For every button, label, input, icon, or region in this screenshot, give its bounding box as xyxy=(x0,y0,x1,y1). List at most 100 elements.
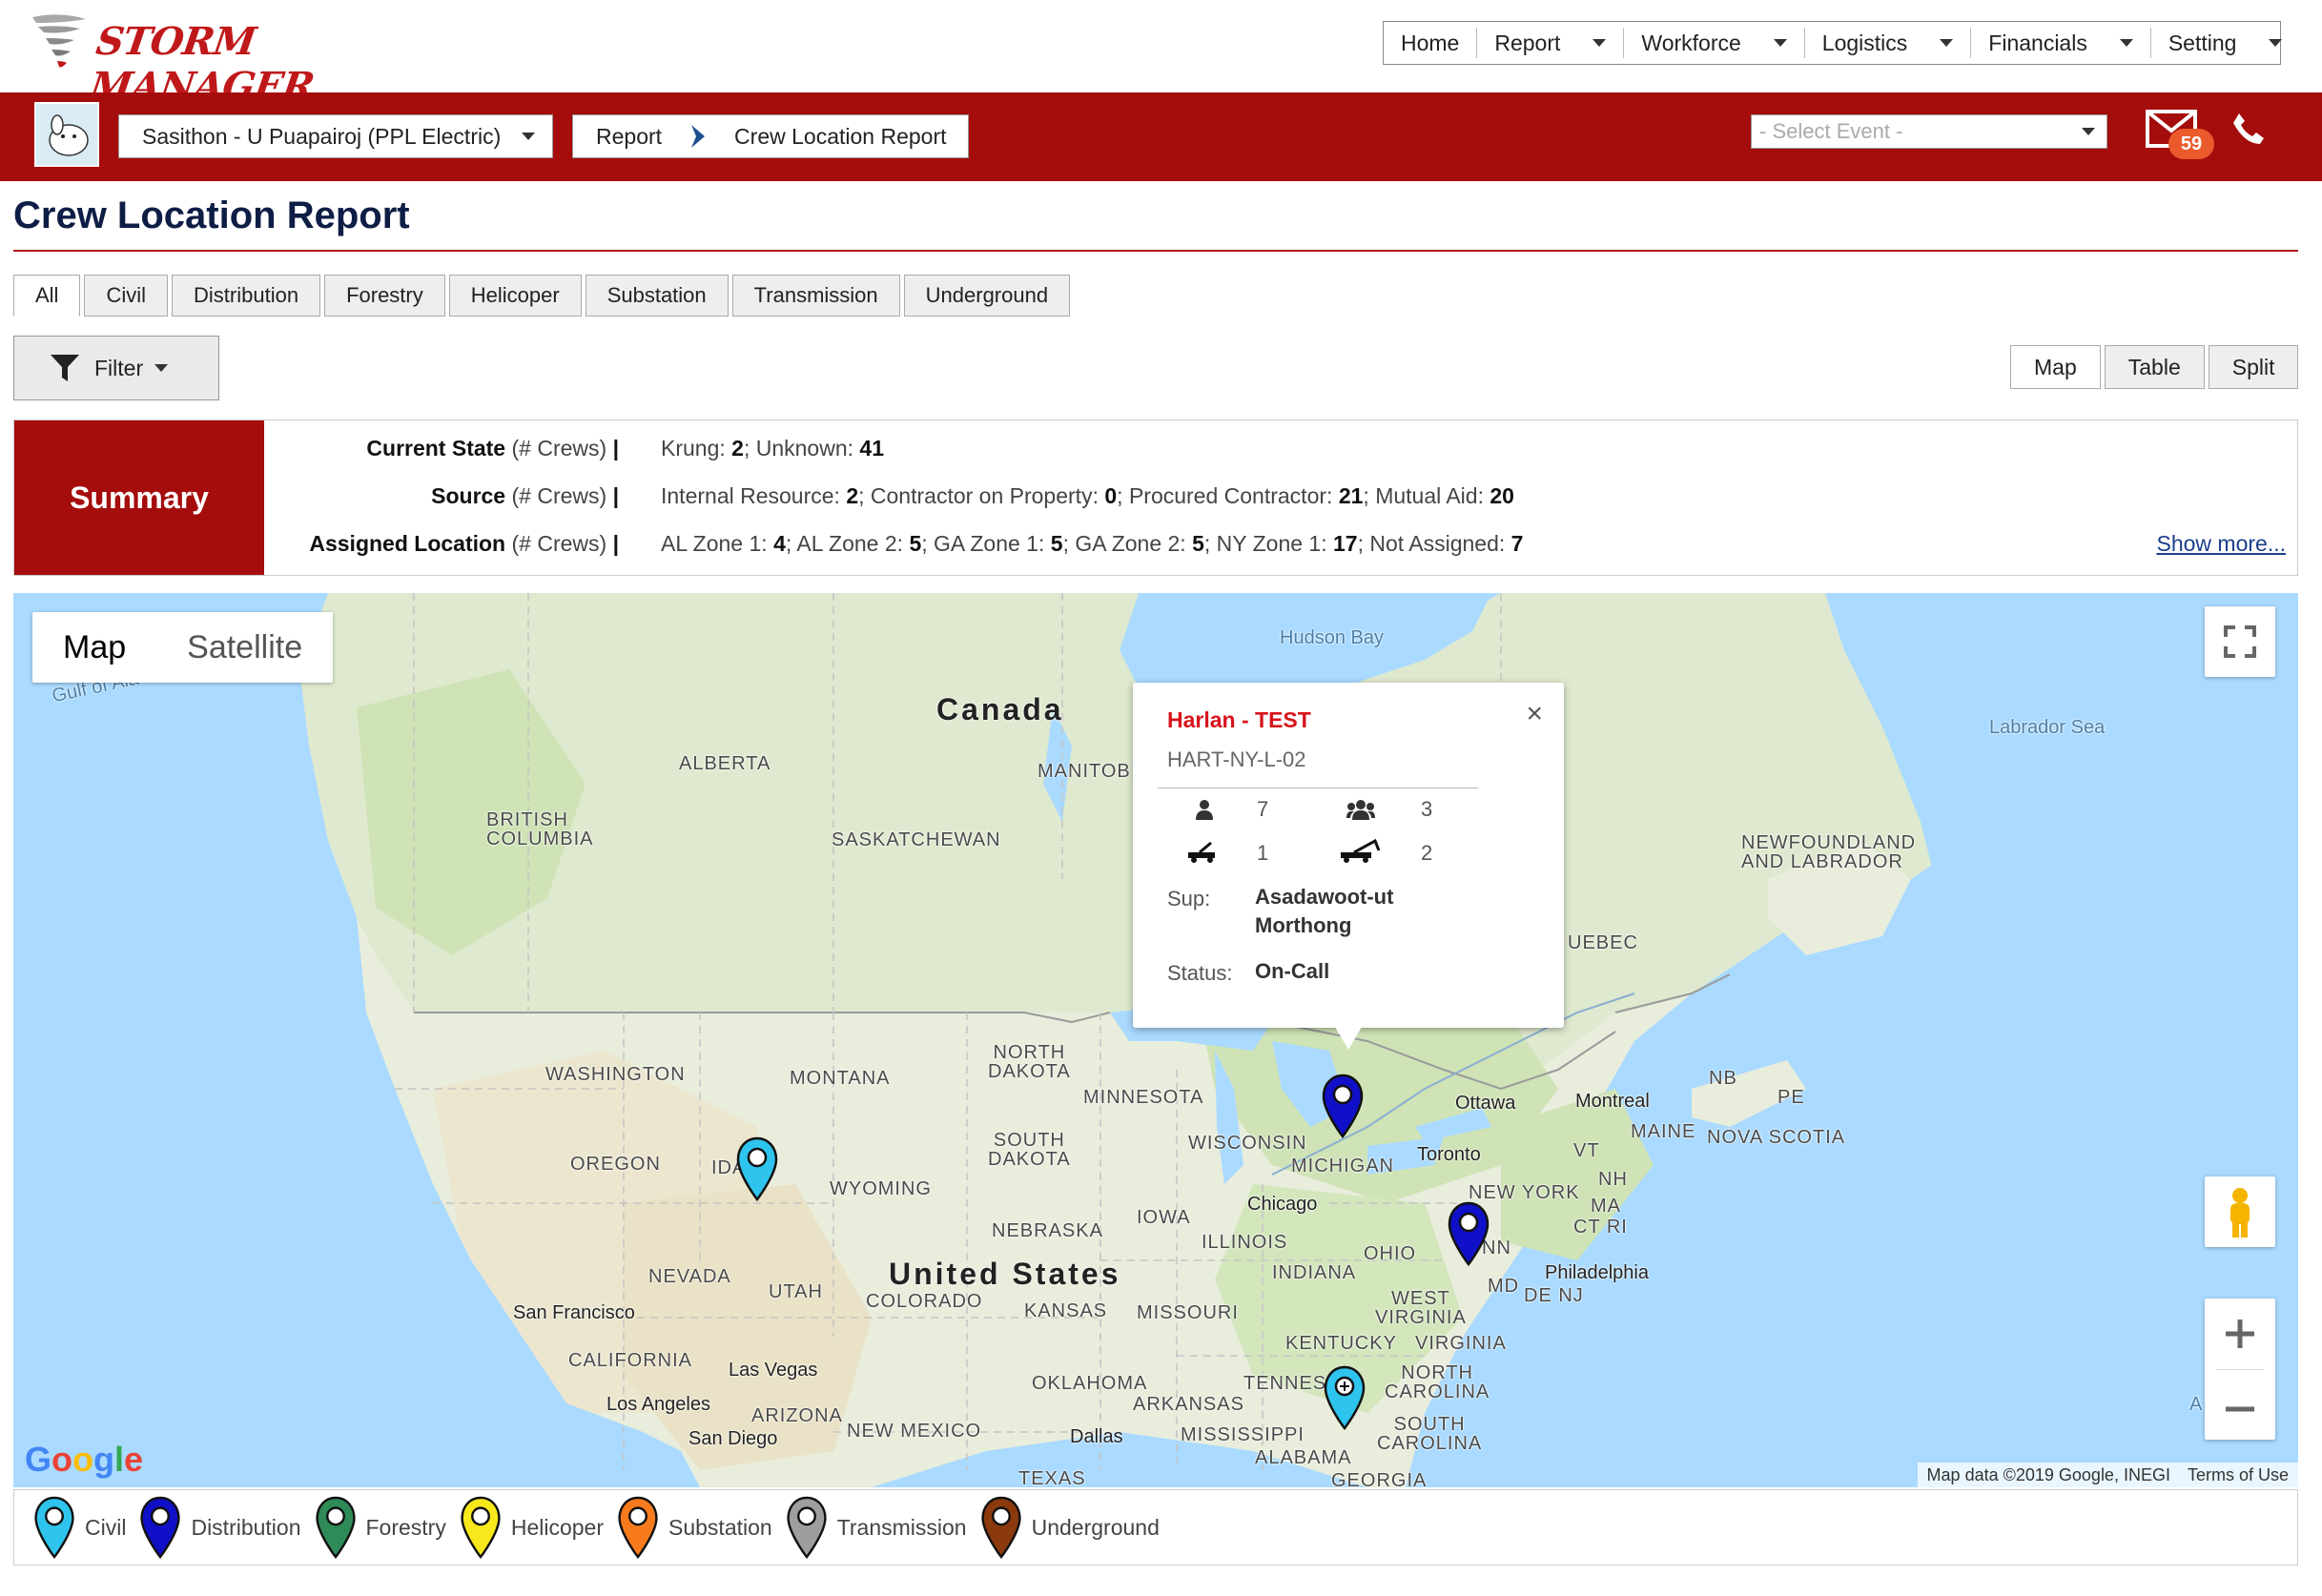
view-map-button[interactable]: Map xyxy=(2010,345,2101,389)
users-icon xyxy=(1346,800,1375,820)
map-label-nh: NH xyxy=(1598,1169,1628,1190)
map-pin-icon xyxy=(140,1496,181,1559)
main-nav: Home Report Workforce Logistics Financia… xyxy=(1383,21,2283,65)
close-icon[interactable]: × xyxy=(1526,698,1543,730)
pegman-icon xyxy=(2230,1188,2250,1238)
map-label-vt: VT xyxy=(1573,1140,1600,1161)
info-title: Harlan - TEST xyxy=(1167,707,1311,732)
map-label-arizona: ARIZONA xyxy=(751,1405,843,1426)
summary-values: AL Zone 1: 4; AL Zone 2: 5; GA Zone 1: 5… xyxy=(661,531,1524,556)
nav-financials[interactable]: Financials xyxy=(1971,28,2151,58)
summary-unit: (# Crews) xyxy=(511,436,607,460)
map-pin-icon xyxy=(34,1496,74,1559)
summary-item-value: 5 xyxy=(1192,531,1204,556)
zoom-in-icon[interactable] xyxy=(2205,1299,2275,1369)
storm-manager-logo[interactable]: STORM MANAGER xyxy=(27,11,317,109)
tab-transmission[interactable]: Transmission xyxy=(731,275,900,317)
crew-map[interactable]: Hudson Bay Labrador Sea Gulf of Ala Cana… xyxy=(13,593,2298,1487)
nav-setting-label: Setting xyxy=(2168,31,2237,55)
legend-item-distribution: Distribution xyxy=(139,1496,301,1559)
nav-workforce[interactable]: Workforce xyxy=(1624,28,1805,58)
terms-of-use-link[interactable]: Terms of Use xyxy=(2188,1463,2289,1487)
map-pin-icon xyxy=(787,1496,827,1559)
map-city-chicago: Chicago xyxy=(1247,1194,1318,1215)
map-label-west-virginia: WEST VIRGINIA xyxy=(1375,1288,1467,1328)
bucket-truck-icon xyxy=(1188,841,1215,863)
breadcrumb-report[interactable]: Report xyxy=(596,115,662,157)
map-label-british-columbia: BRITISH COLUMBIA xyxy=(486,809,594,849)
map-label-ma: MA xyxy=(1591,1196,1621,1217)
map-type-map-button[interactable]: Map xyxy=(32,612,156,683)
chevron-down-icon xyxy=(2119,39,2133,47)
nav-logistics-label: Logistics xyxy=(1821,31,1908,55)
map-pin-icon xyxy=(618,1496,658,1559)
map-pin-distribution[interactable] xyxy=(1448,1201,1490,1266)
view-split-button[interactable]: Split xyxy=(2208,345,2299,389)
summary-item-value: 17 xyxy=(1332,531,1358,556)
tab-underground[interactable]: Underground xyxy=(903,275,1071,317)
user-select[interactable]: Sasithon - U Puapairoj (PPL Electric) xyxy=(118,114,553,158)
map-pin-icon xyxy=(980,1496,1021,1559)
fullscreen-icon xyxy=(2224,625,2256,658)
tab-substation[interactable]: Substation xyxy=(585,275,729,317)
map-label-md: MD xyxy=(1488,1276,1520,1297)
map-label-georgia: GEORGIA xyxy=(1331,1470,1428,1487)
map-label-nevada: NEVADA xyxy=(648,1266,731,1287)
summary-item-name: GA Zone 2: xyxy=(1075,531,1193,556)
legend-item-civil: Civil xyxy=(33,1496,126,1559)
view-table-button[interactable]: Table xyxy=(2104,345,2205,389)
show-more-link[interactable]: Show more... xyxy=(2157,531,2287,557)
chevron-down-icon xyxy=(522,133,535,140)
crew-type-legend: Civil Distribution Forestry Helicoper Substa… xyxy=(13,1489,2298,1565)
map-label-south-dakota: SOUTH DAKOTA xyxy=(988,1130,1071,1170)
map-pin-civil[interactable] xyxy=(736,1136,778,1201)
page-title: Crew Location Report xyxy=(13,194,410,236)
map-city-ottawa: Ottawa xyxy=(1455,1093,1516,1114)
fullscreen-button[interactable] xyxy=(2205,606,2275,677)
map-pin-distribution[interactable] xyxy=(1322,1074,1364,1138)
zoom-out-icon[interactable] xyxy=(2205,1374,2275,1444)
avatar[interactable] xyxy=(34,102,99,167)
nav-setting[interactable]: Setting xyxy=(2151,28,2300,58)
summary-item-value: 21 xyxy=(1338,483,1364,508)
top-bar: STORM MANAGER Home Report Workforce Logi… xyxy=(0,0,2322,109)
tab-civil[interactable]: Civil xyxy=(84,275,169,317)
tab-all[interactable]: All xyxy=(13,275,81,317)
map-city-los-angeles: Los Angeles xyxy=(606,1394,710,1415)
map-pin-civil[interactable] xyxy=(1324,1365,1366,1430)
nav-report[interactable]: Report xyxy=(1477,28,1625,58)
map-city-dallas: Dallas xyxy=(1070,1426,1123,1447)
map-label-washington: WASHINGTON xyxy=(545,1064,686,1085)
legend-item-forestry: Forestry xyxy=(315,1496,446,1559)
summary-values: Internal Resource: 2; Contractor on Prop… xyxy=(661,483,1514,508)
event-select[interactable]: - Select Event - xyxy=(1751,114,2107,149)
zoom-control xyxy=(2205,1299,2275,1440)
info-sup-label: Sup: xyxy=(1167,887,1211,911)
tab-forestry[interactable]: Forestry xyxy=(324,275,445,317)
nav-logistics[interactable]: Logistics xyxy=(1805,28,1972,58)
chevron-down-icon xyxy=(2082,128,2095,135)
street-view-pegman[interactable] xyxy=(2205,1177,2275,1247)
tab-distribution[interactable]: Distribution xyxy=(172,275,321,317)
tab-helicoper[interactable]: Helicoper xyxy=(448,275,582,317)
summary-item-name: Unknown: xyxy=(755,436,860,460)
moomin-avatar-icon xyxy=(49,114,89,156)
map-label-wisconsin: WISCONSIN xyxy=(1188,1133,1307,1154)
header-bar: Sasithon - U Puapairoj (PPL Electric) Re… xyxy=(0,92,2322,181)
map-label-wyoming: WYOMING xyxy=(830,1178,932,1199)
nav-home[interactable]: Home xyxy=(1384,28,1478,58)
map-label-oregon: OREGON xyxy=(570,1154,661,1175)
map-label-missouri: MISSOURI xyxy=(1137,1302,1239,1323)
legend-label: Forestry xyxy=(365,1514,446,1540)
filter-button[interactable]: Filter xyxy=(13,336,219,400)
title-divider xyxy=(13,250,2298,252)
map-label-arkansas: ARKANSAS xyxy=(1133,1394,1244,1415)
map-label-pe: PE xyxy=(1777,1087,1805,1108)
info-crew-code: HART-NY-L-02 xyxy=(1167,747,1306,771)
map-label-colorado: COLORADO xyxy=(866,1291,983,1312)
phone-icon[interactable] xyxy=(2231,112,2266,146)
summary-unit: (# Crews) xyxy=(511,483,607,508)
chevron-down-icon xyxy=(1773,39,1787,47)
map-type-satellite-button[interactable]: Satellite xyxy=(156,612,333,683)
map-label-tennessee: TENNES xyxy=(1243,1373,1327,1394)
